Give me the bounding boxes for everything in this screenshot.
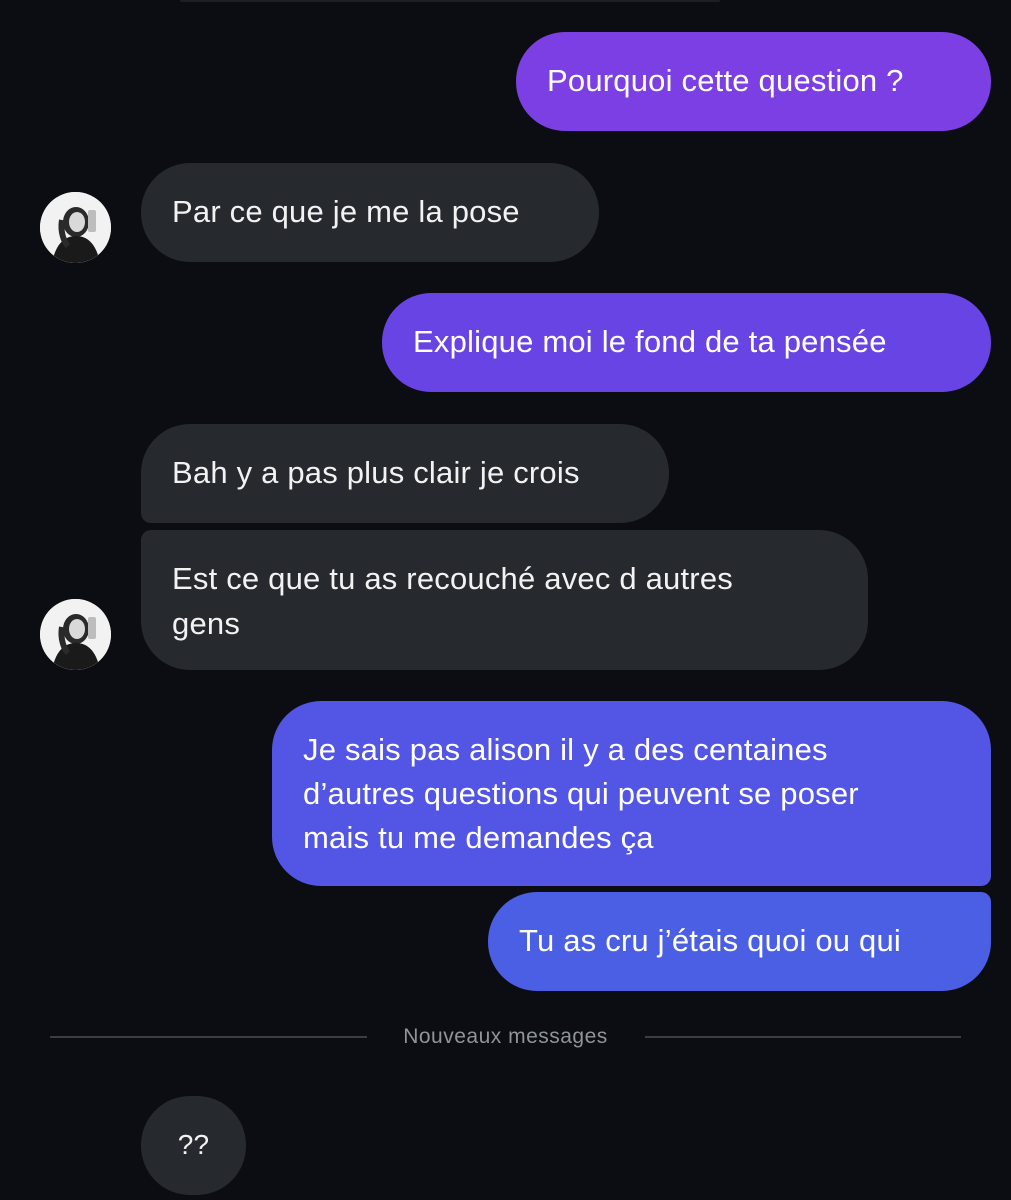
message-bubble-incoming[interactable]: ?? — [141, 1096, 246, 1195]
message-bubble-incoming[interactable]: Est ce que tu as recouché avec d autres … — [141, 530, 868, 670]
message-bubble-incoming[interactable]: Bah y a pas plus clair je crois — [141, 424, 669, 523]
contact-avatar-icon — [40, 599, 111, 670]
divider-line-right — [645, 1036, 961, 1038]
new-messages-divider: Nouveaux messages — [0, 1015, 1011, 1059]
message-bubble-incoming[interactable]: Par ce que je me la pose — [141, 163, 599, 262]
previous-content-edge — [180, 0, 720, 2]
contact-avatar[interactable] — [40, 192, 111, 263]
message-bubble-outgoing[interactable]: Je sais pas alison il y a des centaines … — [272, 701, 991, 886]
message-bubble-outgoing[interactable]: Tu as cru j’étais quoi ou qui — [488, 892, 991, 991]
message-bubble-outgoing[interactable]: Pourquoi cette question ? — [516, 32, 991, 131]
message-bubble-outgoing[interactable]: Explique moi le fond de ta pensée — [382, 293, 991, 392]
contact-avatar-icon — [40, 192, 111, 263]
contact-avatar[interactable] — [40, 599, 111, 670]
